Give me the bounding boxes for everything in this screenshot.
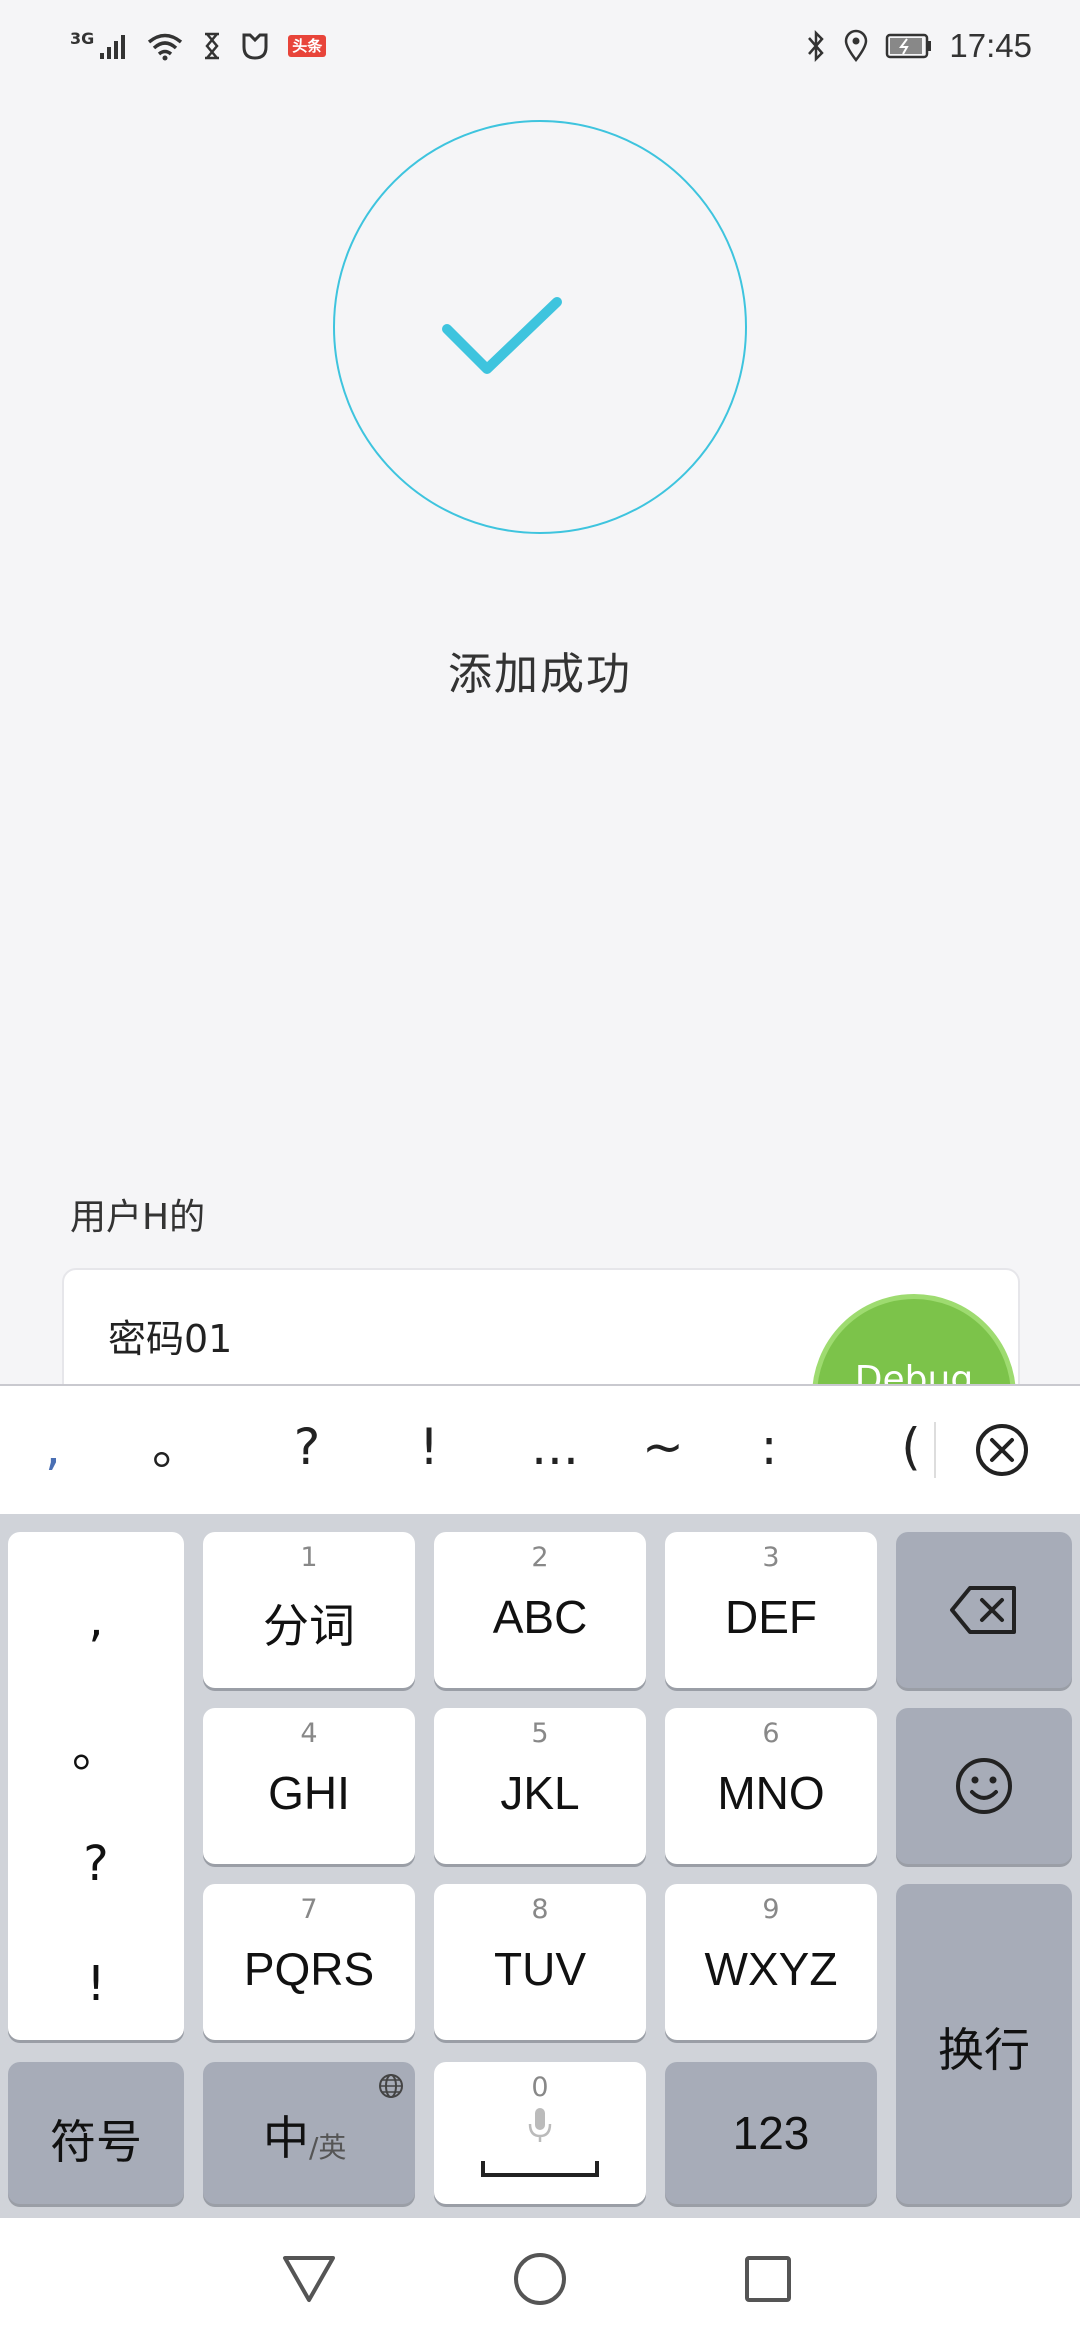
punct-period[interactable]: 。 (132, 1412, 222, 1482)
numbers-label: 123 (732, 2107, 810, 2159)
key-digit: 6 (762, 1718, 780, 1749)
password-value: 密码01 (108, 1317, 233, 1361)
symbols-key[interactable]: 符号 (8, 2062, 184, 2204)
enter-key[interactable]: 换行 (896, 1884, 1072, 2204)
language-switch-key[interactable]: 中 /英 (203, 2062, 415, 2204)
lang-main: 中 (263, 2111, 309, 2165)
punct-comma[interactable]: , (8, 1412, 98, 1482)
status-left: 3G 头条 (70, 24, 327, 68)
key-digit: 4 (300, 1718, 318, 1749)
backspace-icon (950, 1586, 1016, 1634)
status-time: 17:45 (949, 27, 1032, 64)
punct-question[interactable]: ? (262, 1412, 352, 1482)
space-key[interactable]: 0 (434, 2062, 646, 2204)
key-digit: 8 (531, 1894, 549, 1925)
back-icon[interactable] (281, 2254, 337, 2304)
key-3[interactable]: 3 DEF (665, 1532, 877, 1688)
punct-exclaim[interactable]: ! (384, 1412, 474, 1482)
numbers-key[interactable]: 123 (665, 2062, 877, 2204)
home-icon[interactable] (512, 2251, 568, 2307)
key-label: TUV (494, 1943, 586, 1995)
key-7[interactable]: 7 PQRS (203, 1884, 415, 2040)
space-bar-icon (481, 2161, 599, 2177)
side-period[interactable]: 。 (8, 1710, 184, 1780)
hourglass-icon (205, 32, 220, 60)
symbols-label: 符号 (50, 2116, 142, 2168)
status-bar: 3G 头条 17:45 (0, 0, 1080, 92)
checkmark-icon (442, 297, 562, 374)
smiley-icon (956, 1758, 1012, 1814)
key-digit: 1 (300, 1542, 318, 1573)
keyboard: , 。 ? ! ... ~ : ( , 。 ? ! 1 分词 2 ABC 3 D… (0, 1384, 1080, 2218)
key-digit: 7 (300, 1894, 318, 1925)
key-4[interactable]: 4 GHI (203, 1708, 415, 1864)
signal-icon (100, 35, 126, 59)
side-punct-column[interactable]: , 。 ? ! (8, 1532, 184, 2040)
punctuation-bar: , 。 ? ! ... ~ : ( (0, 1386, 1080, 1514)
punct-ellipsis[interactable]: ... (510, 1412, 600, 1482)
microphone-icon (528, 2108, 552, 2142)
lang-alt: /英 (309, 2131, 347, 2164)
punct-tilde[interactable]: ~ (618, 1412, 708, 1482)
success-message: 添加成功 (448, 649, 632, 700)
key-2[interactable]: 2 ABC (434, 1532, 646, 1688)
user-label: 用户H的 (70, 1197, 206, 1238)
punct-paren[interactable]: ( (866, 1412, 956, 1482)
key-label: DEF (725, 1591, 817, 1643)
side-comma[interactable]: , (8, 1592, 184, 1648)
bluetooth-icon (808, 29, 825, 63)
recents-icon[interactable] (743, 2254, 793, 2304)
punct-colon[interactable]: : (724, 1412, 814, 1482)
clear-icon[interactable] (974, 1422, 1030, 1478)
key-label: WXYZ (704, 1943, 838, 1995)
key-label: JKL (500, 1767, 580, 1819)
key-5[interactable]: 5 JKL (434, 1708, 646, 1864)
battery-icon (886, 33, 932, 59)
punct-divider (934, 1422, 936, 1478)
emoji-key[interactable] (896, 1708, 1072, 1864)
key-label: 分词 (263, 1600, 355, 1652)
globe-icon (379, 2074, 403, 2098)
key-digit: 5 (531, 1718, 549, 1749)
toutiao-badge: 头条 (288, 35, 327, 57)
key-9[interactable]: 9 WXYZ (665, 1884, 877, 2040)
side-exclaim[interactable]: ! (8, 1956, 184, 2012)
key-8[interactable]: 8 TUV (434, 1884, 646, 2040)
key-label: PQRS (243, 1943, 375, 1995)
navigation-bar (0, 2218, 1080, 2340)
key-label: ABC (492, 1591, 588, 1643)
network-type: 3G (70, 28, 95, 48)
key-digit: 9 (762, 1894, 780, 1925)
key-digit: 2 (531, 1542, 549, 1573)
side-question[interactable]: ? (8, 1836, 184, 1892)
mijia-icon (242, 33, 268, 60)
key-digit: 0 (531, 2072, 549, 2103)
status-right: 17:45 (805, 24, 1032, 68)
app-screen: 3G 头条 17:45 添加成功 用户H的 密码01 Debug , 。 ? !… (0, 0, 1080, 2340)
backspace-key[interactable] (896, 1532, 1072, 1688)
success-circle (333, 120, 747, 534)
key-digit: 3 (762, 1542, 780, 1573)
key-label: GHI (268, 1767, 350, 1819)
location-icon (845, 29, 868, 63)
key-1[interactable]: 1 分词 (203, 1532, 415, 1688)
wifi-icon (148, 33, 183, 61)
key-label: MNO (717, 1767, 825, 1819)
key-6[interactable]: 6 MNO (665, 1708, 877, 1864)
enter-label: 换行 (938, 2024, 1030, 2076)
